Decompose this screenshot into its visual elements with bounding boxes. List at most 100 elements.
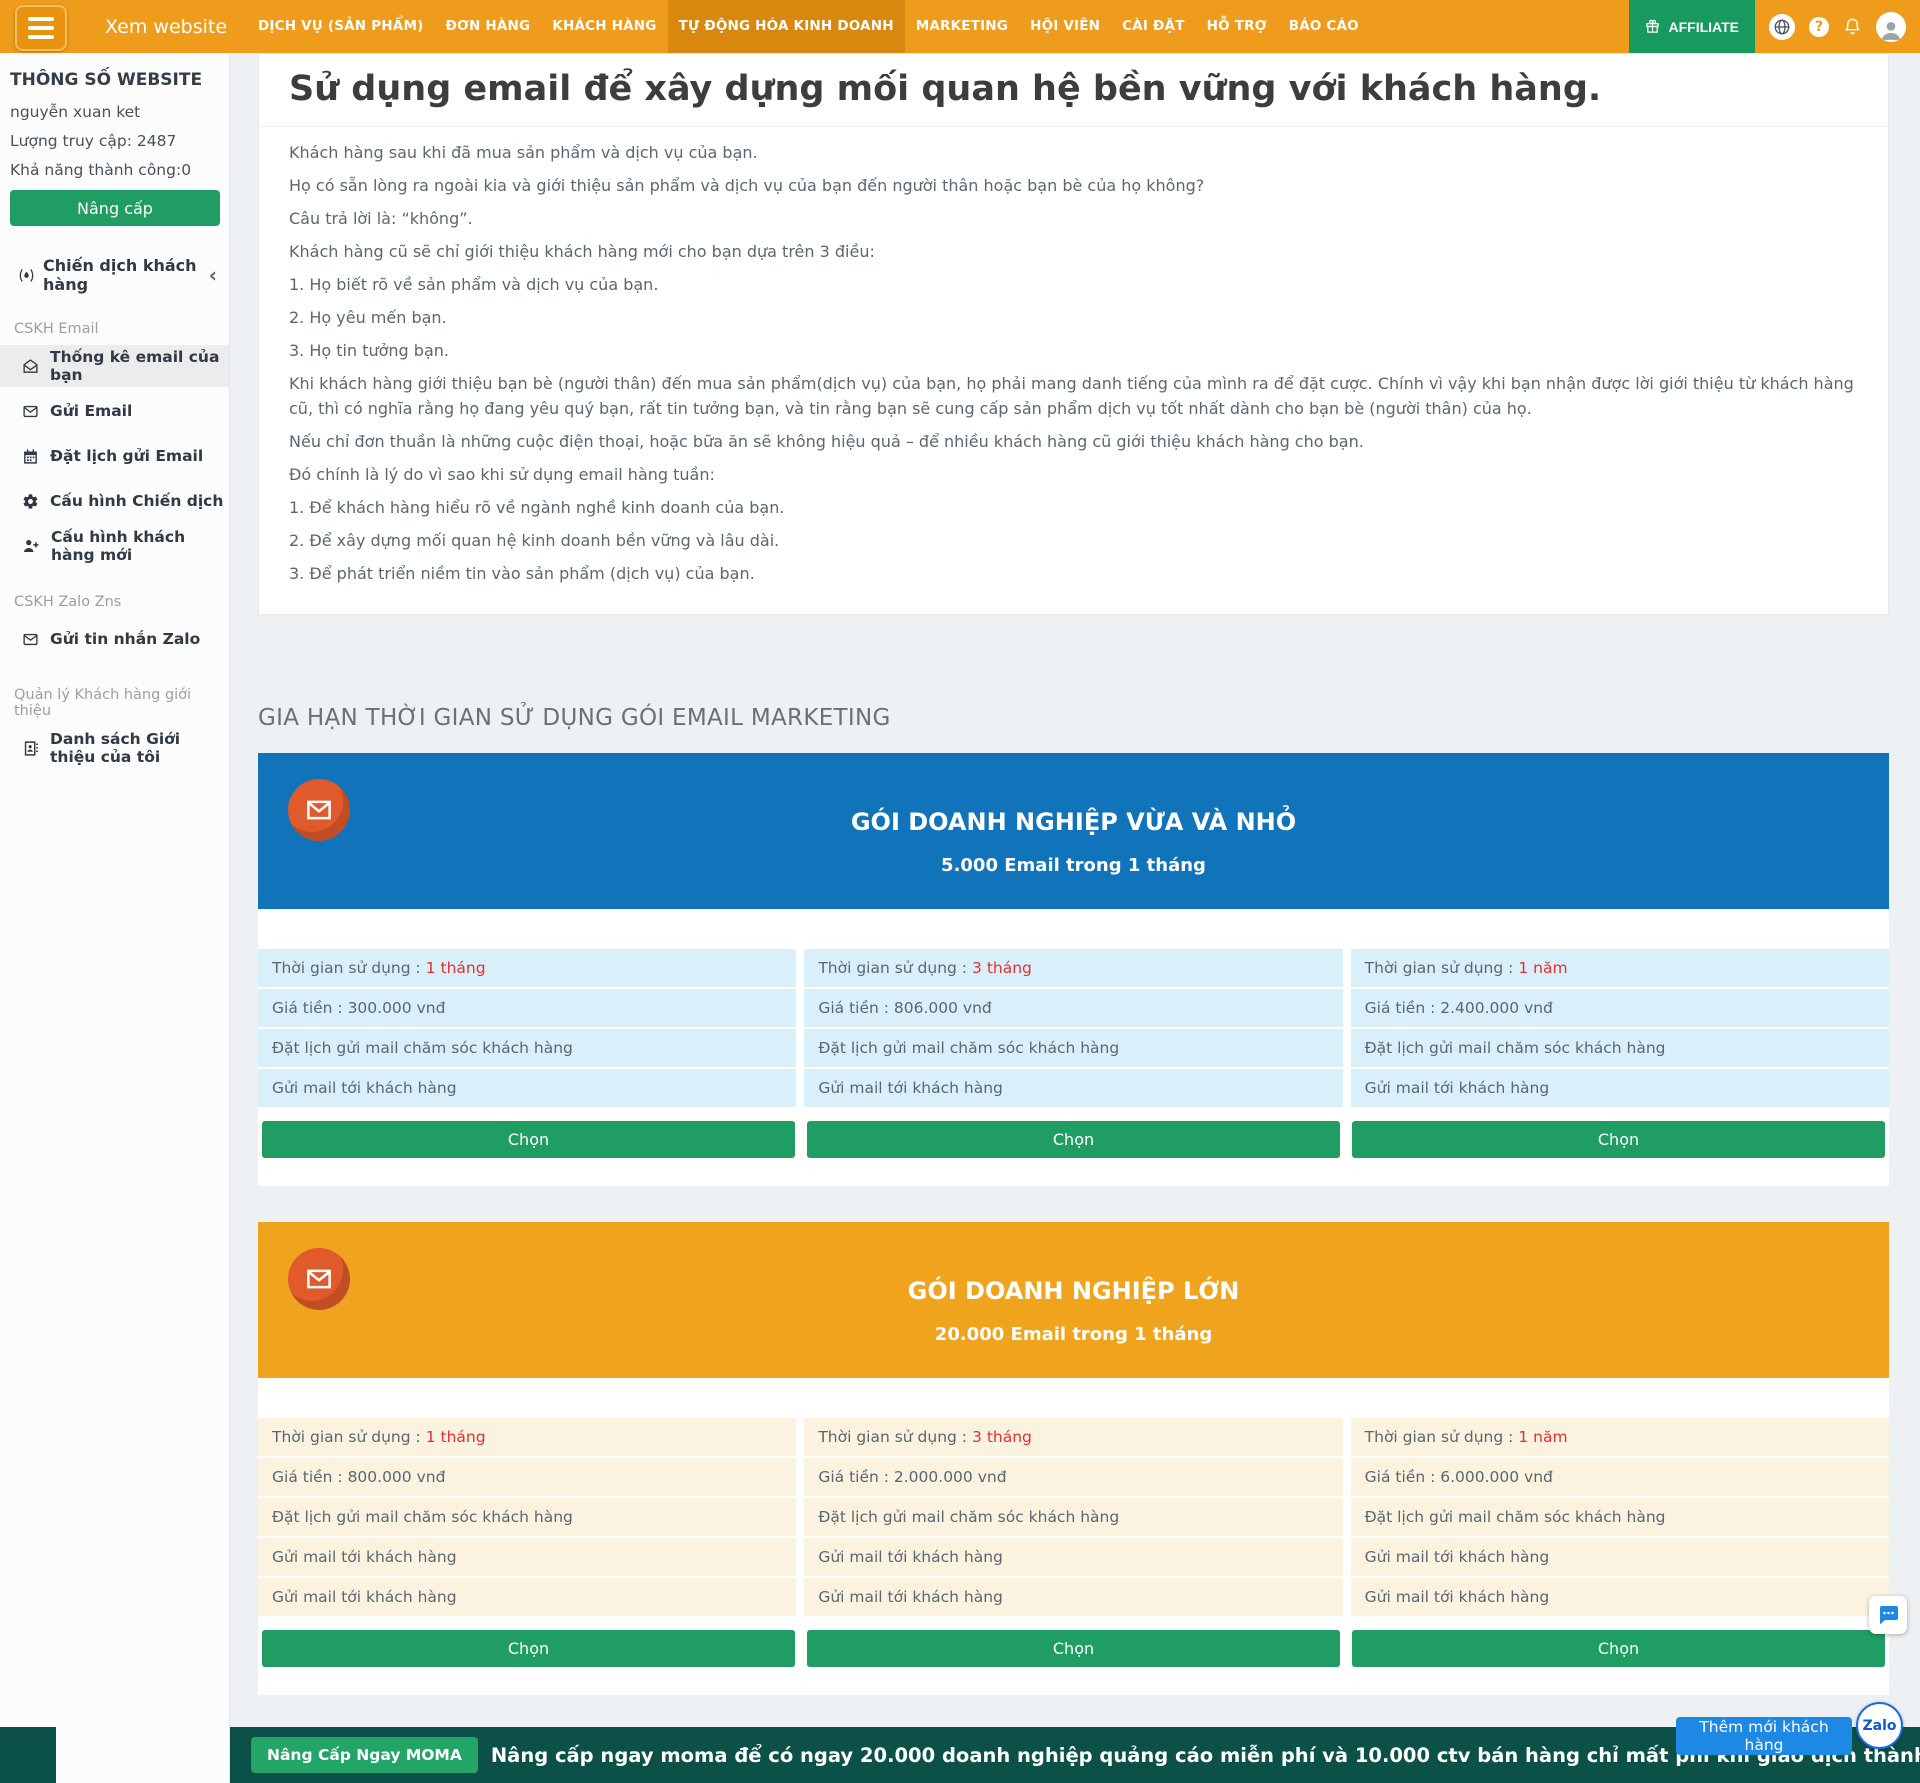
plan-price-cell: Giá tiền : 800.000 vnđ [258,1458,796,1498]
package-name: GÓI DOANH NGHIỆP VỪA VÀ NHỎ [258,753,1889,836]
zalo-icon[interactable]: Zalo [1856,1702,1903,1749]
support-chat-widget[interactable] [0,1727,56,1783]
package-card: GÓI DOANH NGHIỆP VỪA VÀ NHỎ 5.000 Email t… [258,753,1889,1186]
plan-feature-cell: Đặt lịch gửi mail chăm sóc khách hàng [804,1498,1342,1538]
plan-feature-cell: Đặt lịch gửi mail chăm sóc khách hàng [258,1498,796,1538]
help-glyph: ? [1815,20,1823,34]
sidebar: THÔNG SỐ WEBSITE nguyễn xuan ket Lượng t… [0,53,230,1783]
hamburger-bar [28,26,54,30]
nav-item[interactable]: TỰ ĐỘNG HÓA KINH DOANH [668,0,905,53]
plan-choose-button[interactable]: Chọn [1352,1121,1885,1158]
article-paragraph: Họ có sẵn lòng ra ngoài kia và giới thiệ… [289,173,1858,198]
upgrade-button[interactable]: Nâng cấp [10,190,220,226]
plan-duration-cell: Thời gian sử dụng :1 năm [1351,949,1889,989]
plan-choose-button[interactable]: Chọn [1352,1630,1885,1667]
sidebar-item-label: Gửi tin nhắn Zalo [50,630,200,648]
sidebar-item[interactable]: Gửi Email [0,390,229,432]
sidebar-item[interactable]: Gửi tin nhắn Zalo [0,618,229,660]
plan-duration-value: 1 năm [1518,1428,1567,1446]
envelope-open-icon [22,358,39,375]
nav-item[interactable]: HỘI VIÊN [1019,0,1111,53]
address-book-icon [22,740,39,757]
envelope-icon [22,631,39,648]
gear-icon [22,493,39,510]
plan-duration-value: 3 tháng [972,959,1032,977]
plan-choose-button[interactable]: Chọn [807,1630,1340,1667]
brand-link[interactable]: Xem website [105,16,227,38]
plan-price-cell: Giá tiền : 2.400.000 vnđ [1351,989,1889,1029]
article-paragraph: Khách hàng cũ sẽ chỉ giới thiệu khách hà… [289,239,1858,264]
nav-item[interactable]: HỖ TRỢ [1196,0,1278,53]
sidebar-item-label: Danh sách Giới thiệu của tôi [50,730,229,766]
plan-choose-button[interactable]: Chọn [262,1630,795,1667]
user-plus-icon [22,537,40,555]
help-icon[interactable]: ? [1809,17,1829,37]
hamburger-menu-button[interactable] [15,5,67,51]
top-navbar: Xem website DỊCH VỤ (SẢN PHẨM)ĐƠN HÀNGKH… [0,0,1920,53]
page-title: Sử dụng email để xây dựng mối quan hệ bề… [259,54,1888,127]
nav-item[interactable]: DỊCH VỤ (SẢN PHẨM) [247,0,434,53]
add-customer-button[interactable]: Thêm mới khách hàng [1676,1717,1852,1755]
package-name: GÓI DOANH NGHIỆP LỚN [258,1222,1889,1305]
plan-duration-value: 1 tháng [426,959,486,977]
article-paragraph: 1. Để khách hàng hiểu rõ về ngành nghề k… [289,495,1858,520]
stats-title: THÔNG SỐ WEBSITE [10,70,217,90]
chevron-left-icon: ‹ [209,263,217,287]
package-header: GÓI DOANH NGHIỆP LỚN 20.000 Email trong 1… [258,1222,1889,1378]
sidebar-item-label: Đặt lịch gửi Email [50,447,203,465]
article-paragraph: 1. Họ biết rõ về sản phẩm và dịch vụ của… [289,272,1858,297]
plan-feature-cell: Gửi mail tới khách hàng [804,1538,1342,1578]
plan-feature-cell: Gửi mail tới khách hàng [258,1538,796,1578]
plan-feature-cell: Đặt lịch gửi mail chăm sóc khách hàng [1351,1498,1889,1538]
package-card: GÓI DOANH NGHIỆP LỚN 20.000 Email trong 1… [258,1222,1889,1695]
hamburger-bar [28,35,54,39]
plan-table: Thời gian sử dụng :1 thángThời gian sử d… [258,949,1889,1109]
package-subtitle: 20.000 Email trong 1 tháng [258,1324,1889,1345]
bell-icon[interactable] [1843,17,1862,36]
user-avatar[interactable] [1876,12,1906,42]
envelope-icon [22,403,39,420]
sidebar-item-campaign[interactable]: Chiến dịch khách hàng ‹ [0,256,229,294]
main-content: Sử dụng email để xây dựng mối quan hệ bề… [230,53,1920,1783]
sidebar-item-label: Chiến dịch khách hàng [43,256,209,294]
globe-icon[interactable] [1769,14,1795,40]
navbar-right: AFFILIATE ? [1629,0,1920,53]
plan-feature-cell: Đặt lịch gửi mail chăm sóc khách hàng [1351,1029,1889,1069]
article-card: Sử dụng email để xây dựng mối quan hệ bề… [258,53,1889,615]
nav-item[interactable]: MARKETING [905,0,1019,53]
plan-choose-button[interactable]: Chọn [807,1121,1340,1158]
plan-duration-cell: Thời gian sử dụng :1 tháng [258,1418,796,1458]
moma-upgrade-button[interactable]: Nâng Cấp Ngay MOMA [251,1737,478,1773]
chat-bubble-icon[interactable] [1869,1596,1907,1634]
package-header: GÓI DOANH NGHIỆP VỪA VÀ NHỎ 5.000 Email t… [258,753,1889,909]
nav-item[interactable]: BÁO CÁO [1278,0,1370,53]
sidebar-item[interactable]: Thống kê email của bạn [0,345,229,387]
package-subtitle: 5.000 Email trong 1 tháng [258,855,1889,876]
plan-feature-cell: Đặt lịch gửi mail chăm sóc khách hàng [258,1029,796,1069]
plan-choose-button[interactable]: Chọn [262,1121,795,1158]
nav-item[interactable]: CÀI ĐẶT [1111,0,1195,53]
sidebar-item-label: Thống kê email của bạn [50,348,229,384]
nav-item[interactable]: ĐƠN HÀNG [434,0,541,53]
sidebar-item[interactable]: Đặt lịch gửi Email [0,435,229,477]
nav-item[interactable]: KHÁCH HÀNG [541,0,667,53]
sidebar-item-label: Cấu hình khách hàng mới [51,528,229,564]
gift-icon [1645,19,1660,34]
sidebar-item[interactable]: Danh sách Giới thiệu của tôi [0,727,229,769]
article-paragraph: Câu trả lời là: “không”. [289,206,1858,231]
plan-feature-cell: Gửi mail tới khách hàng [1351,1538,1889,1578]
plan-feature-cell: Gửi mail tới khách hàng [258,1069,796,1109]
sidebar-item[interactable]: Cấu hình khách hàng mới [0,525,229,567]
plan-duration-cell: Thời gian sử dụng :3 tháng [804,1418,1342,1458]
affiliate-button[interactable]: AFFILIATE [1629,0,1755,53]
plan-buttons-row: Chọn Chọn Chọn [258,1630,1889,1667]
calendar-icon [22,448,39,465]
article-paragraph: 2. Để xây dựng mối quan hệ kinh doanh bề… [289,528,1858,553]
plan-duration-label: Thời gian sử dụng : [1365,1428,1514,1446]
stats-user-name: nguyễn xuan ket [10,103,217,121]
campaign-icon [18,267,35,284]
plan-duration-cell: Thời gian sử dụng :3 tháng [804,949,1342,989]
packages-container: GÓI DOANH NGHIỆP VỪA VÀ NHỎ 5.000 Email t… [230,753,1920,1695]
plan-feature-cell: Gửi mail tới khách hàng [804,1069,1342,1109]
sidebar-item[interactable]: Cấu hình Chiến dịch [0,480,229,522]
